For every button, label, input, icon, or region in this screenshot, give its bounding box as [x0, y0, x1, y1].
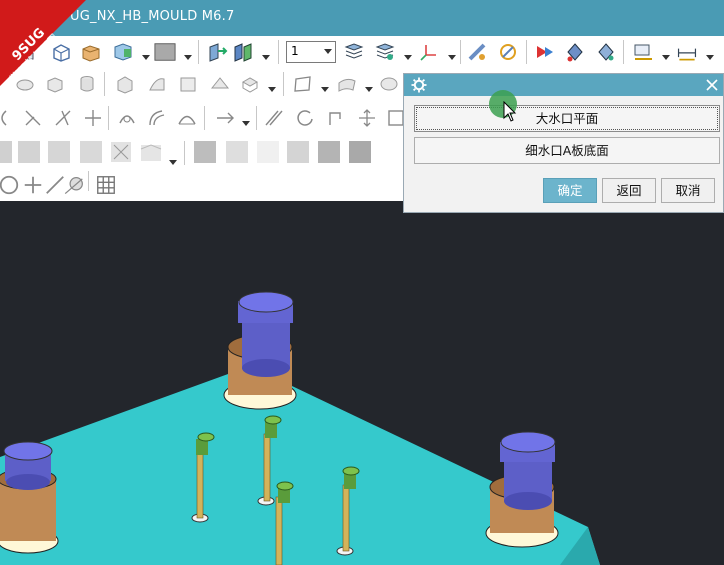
ruler-dropdown-icon[interactable]	[662, 50, 670, 60]
studio-icon[interactable]	[140, 141, 162, 163]
sweep-icon[interactable]	[146, 73, 168, 95]
back-button[interactable]: 返回	[602, 178, 656, 203]
selection-dialog: 大水口平面 细水口A板底面 确定 返回 取消	[403, 73, 724, 213]
datum-icon[interactable]	[595, 41, 617, 63]
layer-combo-value: 1	[291, 44, 299, 58]
divide-curve-icon[interactable]	[82, 107, 104, 129]
project-dropdown-icon[interactable]	[242, 116, 250, 126]
option-button-fine-gate-a-plate-bottom[interactable]: 细水口A板底面	[414, 137, 720, 164]
toolbar-separator	[278, 40, 279, 64]
snap-circle-icon[interactable]	[0, 174, 19, 195]
snap-line-icon[interactable]	[44, 174, 64, 194]
corner-icon[interactable]	[324, 107, 346, 129]
view-zoom-icon[interactable]	[226, 141, 248, 163]
point-icon[interactable]	[533, 41, 555, 63]
toolbar-separator	[283, 72, 284, 96]
site-logo: 9SUG 学UG就上UG网	[0, 0, 86, 86]
hidden-edge-icon[interactable]	[110, 141, 132, 163]
toolbar-separator	[460, 40, 461, 64]
toolbar-separator	[104, 72, 105, 96]
join-curve-icon[interactable]	[116, 107, 138, 129]
toolbar-row-1: 1	[0, 36, 724, 68]
color-dropdown-icon[interactable]	[184, 50, 192, 60]
surface-icon[interactable]	[336, 73, 358, 95]
offset-curve-icon[interactable]	[146, 107, 168, 129]
shaded-edges-icon[interactable]	[48, 141, 70, 163]
analysis-icon[interactable]	[497, 41, 519, 63]
toolbar-separator	[198, 40, 199, 64]
move-icon[interactable]	[356, 107, 378, 129]
graphics-viewport[interactable]	[0, 201, 724, 565]
draft-icon[interactable]	[209, 73, 231, 95]
view-orient-icon[interactable]	[318, 141, 340, 163]
cylinder-surface-icon[interactable]	[378, 73, 400, 95]
wcs-icon[interactable]	[418, 41, 440, 63]
view-fit-icon[interactable]	[194, 141, 216, 163]
move-object-icon[interactable]	[206, 41, 228, 63]
view-pan-icon[interactable]	[257, 141, 279, 163]
layer-dropdown-icon[interactable]	[404, 50, 412, 60]
measure-icon[interactable]	[466, 41, 488, 63]
shaded-icon[interactable]	[18, 141, 40, 163]
mold-model	[0, 291, 600, 565]
window-title: UG_NX_HB_MOULD M6.7	[70, 9, 235, 24]
layer-combo[interactable]: 1	[286, 41, 336, 63]
title-bar: UG_NX_HB_MOULD M6.7	[0, 0, 724, 36]
toolbar-separator	[526, 40, 527, 64]
arc-icon[interactable]	[0, 107, 16, 129]
mouse-pointer-icon	[503, 100, 517, 123]
dialog-header	[404, 74, 723, 96]
point-set-icon[interactable]	[564, 41, 586, 63]
extrude-icon[interactable]	[112, 41, 134, 63]
dimension-dropdown-icon[interactable]	[706, 50, 714, 60]
view-rotate-icon[interactable]	[287, 141, 309, 163]
curve-rect-icon[interactable]	[292, 73, 314, 95]
transform-dropdown-icon[interactable]	[262, 50, 270, 60]
toolbar-separator	[88, 171, 89, 191]
leader-pin-center	[223, 291, 297, 410]
wireframe-icon[interactable]	[80, 141, 102, 163]
toolbar-separator	[108, 106, 109, 130]
extrude-dropdown-icon[interactable]	[142, 50, 150, 60]
gear-icon	[411, 77, 427, 93]
display-style-icon[interactable]	[0, 141, 12, 163]
shell-icon[interactable]	[177, 73, 199, 95]
toolbar-separator	[256, 106, 257, 130]
ok-button[interactable]: 确定	[543, 178, 597, 203]
curve-dropdown-icon[interactable]	[321, 82, 329, 92]
box-icon[interactable]	[114, 73, 136, 95]
close-icon[interactable]	[704, 77, 720, 93]
snap-tangent-icon[interactable]	[64, 174, 83, 195]
view-refresh-icon[interactable]	[349, 141, 371, 163]
wcs-dropdown-icon[interactable]	[448, 50, 456, 60]
offset-face-icon[interactable]	[239, 73, 261, 95]
chevron-down-icon	[324, 49, 332, 54]
feature-dropdown-icon[interactable]	[268, 82, 276, 92]
toolbar-separator	[623, 40, 624, 64]
toolbar-separator	[184, 141, 185, 165]
parallel-line-icon[interactable]	[262, 107, 284, 129]
rotate-curve-icon[interactable]	[294, 107, 316, 129]
color-swatch-icon[interactable]	[154, 41, 178, 63]
option-button-large-gate-plane[interactable]: 大水口平面	[414, 105, 720, 132]
grid-icon[interactable]	[95, 174, 115, 194]
ruler-icon[interactable]	[632, 41, 654, 63]
toolbar-separator	[204, 106, 205, 130]
dimension-icon[interactable]	[676, 41, 702, 63]
cancel-button[interactable]: 取消	[661, 178, 715, 203]
trim-curve-icon[interactable]	[22, 107, 44, 129]
leader-pin-left	[0, 441, 59, 554]
surface-dropdown-icon[interactable]	[365, 82, 373, 92]
leader-pin-right	[485, 431, 559, 548]
snap-plus-icon[interactable]	[22, 174, 42, 194]
transform-icon[interactable]	[232, 41, 254, 63]
display-dropdown-icon[interactable]	[169, 155, 177, 165]
layer-move-icon[interactable]	[374, 41, 396, 63]
layer-settings-icon[interactable]	[343, 41, 365, 63]
bridge-curve-icon[interactable]	[176, 107, 198, 129]
extend-curve-icon[interactable]	[52, 107, 74, 129]
project-curve-icon[interactable]	[214, 107, 236, 129]
